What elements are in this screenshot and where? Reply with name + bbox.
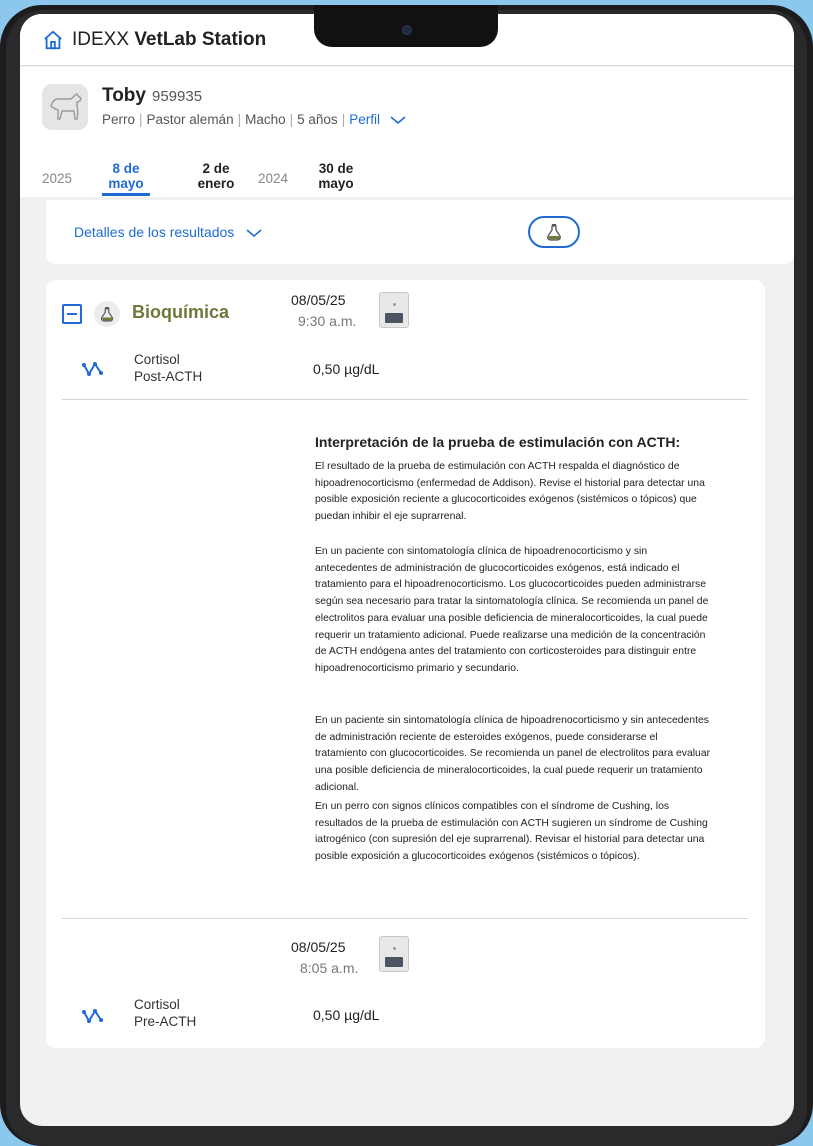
test-value: 0,50 µg/dL bbox=[313, 361, 380, 377]
dog-icon bbox=[50, 93, 82, 120]
run-date: 08/05/25 bbox=[291, 292, 346, 308]
interpretation-paragraph: En un paciente sin sintomatología clínic… bbox=[315, 715, 711, 793]
test-value: 0,50 µg/dL bbox=[313, 1007, 380, 1023]
chemistry-results-card: Bioquímica 08/05/25 9:30 a.m. Cortisol Po… bbox=[46, 280, 765, 1048]
tab-year-2025: 2025 bbox=[42, 171, 73, 186]
brand-name: VetLab Station bbox=[134, 28, 267, 50]
patient-age: 5 años bbox=[297, 112, 338, 127]
tab-30-mayo[interactable]: 30 de mayo bbox=[314, 161, 358, 191]
app-brand: IDEXX VetLab Station bbox=[72, 29, 266, 51]
results-details-bar: Detalles de los resultados bbox=[46, 200, 794, 264]
patient-species: Perro bbox=[102, 112, 136, 127]
section-title: Bioquímica bbox=[132, 302, 230, 322]
tab-year-2024: 2024 bbox=[258, 171, 289, 186]
trend-icon[interactable] bbox=[82, 1008, 104, 1024]
divider bbox=[62, 399, 748, 400]
results-details-toggle[interactable]: Detalles de los resultados bbox=[74, 224, 262, 240]
active-tab-indicator bbox=[102, 193, 150, 196]
patient-id: 959935 bbox=[151, 88, 203, 105]
chemistry-filter-button[interactable] bbox=[528, 216, 580, 248]
interpretation-paragraph: El resultado de la prueba de estimulació… bbox=[315, 461, 705, 523]
camera-notch bbox=[314, 5, 498, 47]
run-date: 08/05/25 bbox=[291, 939, 346, 955]
trend-icon[interactable] bbox=[82, 361, 104, 377]
tab-8-mayo[interactable]: 8 de mayo bbox=[106, 161, 146, 191]
interpretation-title: Interpretación de la prueba de estimulac… bbox=[315, 434, 681, 450]
flask-badge bbox=[94, 301, 120, 327]
analyzer-device-icon bbox=[379, 292, 409, 328]
chevron-down-icon bbox=[246, 229, 262, 238]
brand-prefix: IDEXX bbox=[72, 28, 130, 50]
tab-2-enero[interactable]: 2 de enero bbox=[194, 161, 238, 191]
test-name: Cortisol Pre-ACTH bbox=[134, 997, 197, 1029]
camera-icon bbox=[402, 25, 412, 35]
collapse-icon[interactable] bbox=[62, 304, 82, 324]
interpretation-paragraph: En un perro con signos clínicos compatib… bbox=[315, 801, 708, 863]
home-icon[interactable] bbox=[42, 29, 64, 51]
analyzer-device-icon bbox=[379, 936, 409, 972]
divider bbox=[62, 918, 748, 919]
test-name: Cortisol Post-ACTH bbox=[134, 352, 203, 384]
flask-icon bbox=[547, 224, 561, 241]
patient-breed: Pastor alemán bbox=[146, 112, 234, 127]
run-time: 8:05 a.m. bbox=[300, 960, 359, 976]
run-time: 9:30 a.m. bbox=[298, 313, 357, 329]
chevron-down-icon[interactable] bbox=[390, 115, 406, 125]
patient-sex: Macho bbox=[245, 112, 286, 127]
interpretation-paragraph: En un paciente con sintomatología clínic… bbox=[315, 546, 709, 674]
avatar bbox=[42, 84, 88, 130]
patient-details: Perro | Pastor alemán | Macho | 5 años | Perfil bbox=[102, 112, 406, 127]
flask-icon bbox=[100, 307, 114, 322]
patient-name-text: Toby bbox=[102, 85, 146, 106]
patient-name: Toby 959935 bbox=[102, 85, 202, 107]
app-screen: IDEXX VetLab Station Toby 959935 Perro | Pa… bbox=[20, 14, 794, 1126]
patient-header: Toby 959935 Perro | Pastor alemán | Macho | 5 a… bbox=[20, 67, 794, 197]
profile-link[interactable]: Perfil bbox=[349, 112, 380, 127]
